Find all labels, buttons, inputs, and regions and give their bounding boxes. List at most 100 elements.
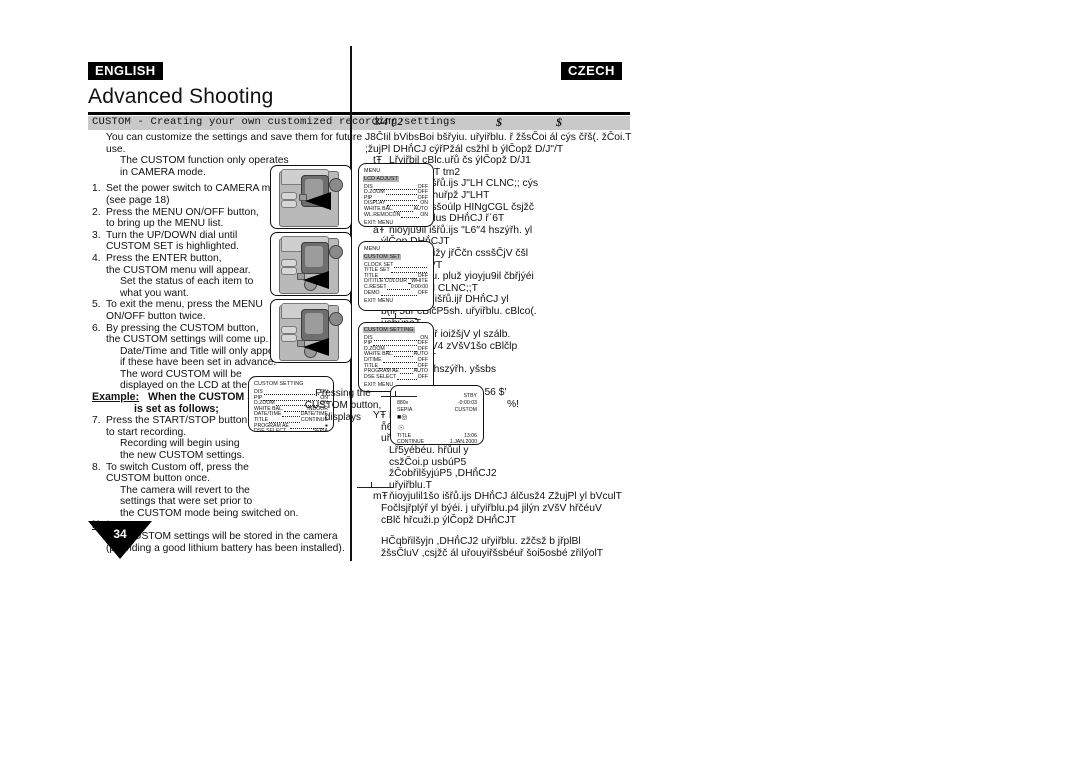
intro-line: You can customize the settings and save …: [106, 132, 363, 143]
osd-menu-custom-setting: CUSTOM SETTING DIS ON PIP OFF D.ZOOM OFF WHITE …: [358, 322, 434, 392]
press-custom-button-caption: Pressing the CUSTOM button, displays: [300, 388, 386, 424]
osd-row-value: OFF: [417, 373, 428, 380]
czech-line: J8ČIil bVibsBoi bšřyiu. uřyiřblu. ř žšsČ…: [357, 132, 632, 144]
camcorder-grip-detail-2: [281, 200, 297, 208]
osd-exit-label: EXIT: MENU: [364, 298, 394, 305]
program-ae-icon: ☉: [398, 425, 405, 432]
czech-line-text: ňioyjulil1šo išřů.ijs DHň́CJ álčusž4 Zžu…: [389, 491, 622, 503]
step-line: CUSTOM button once.: [92, 473, 348, 485]
osd-title: MENU: [364, 168, 381, 174]
arrow-to-custom-button-icon: [303, 338, 329, 356]
osd-row-dots: [380, 290, 417, 296]
czech-line-text: cBlč hřcuži.p ýlČopž DHň́CJT: [381, 514, 517, 526]
lcd-counter: -0:00:03: [457, 400, 477, 406]
camcorder-grip-detail-2: [281, 267, 297, 275]
camcorder-lens: [329, 312, 343, 326]
press-caption-line: CUSTOM button,: [304, 400, 382, 411]
czech-line-text: csžČoi.p usbúP5: [389, 456, 467, 468]
czech-line-text: uřyiřblu.T: [389, 479, 432, 491]
step-subline: the CUSTOM mode being switched on.: [120, 508, 299, 519]
lcd-date: 1.JAN.2000: [449, 439, 477, 445]
lcd-status: STBY: [463, 393, 477, 399]
camcorder-lens: [329, 178, 343, 192]
camcorder-custom-button-photo: [270, 299, 352, 363]
czech-separator-tick-1: [395, 391, 396, 397]
osd-row: DEMO OFF: [364, 290, 428, 298]
camcorder-grip-detail-1: [281, 192, 297, 200]
czech-line: uřyiřblu.T: [357, 480, 629, 492]
czech-line-text: ;žujPl DHň́CJ cýřPžál csžhl b ýlČopž D/J…: [365, 143, 564, 155]
camcorder-viewfinder-eyecup: [305, 313, 323, 334]
osd-row-key: WL.REMOCON: [364, 211, 401, 218]
czech-line-text: J8ČIil bVibsBoi bšřyiu. uřyiřblu. ř žšsČ…: [365, 132, 632, 143]
osd-row-dots: [287, 428, 311, 431]
czech-line: mŦňioyjulil1šo išřů.ijs DHň́CJ álčusž4 Z…: [357, 491, 629, 503]
step-number: 5.: [92, 299, 101, 311]
czech-separator-tick-2: [371, 482, 372, 488]
osd-row: DSE SELECT OFF: [364, 374, 428, 382]
czech-separator-tick-3: [395, 313, 396, 319]
page-title: Advanced Shooting: [88, 85, 274, 108]
osd-row-dots: [397, 374, 417, 380]
lcd-zoom-label: 880x: [397, 400, 409, 406]
section-heading-bar: CUSTOM - Creating your own customized re…: [88, 115, 630, 130]
step-number: 1.: [92, 183, 101, 195]
osd-row-value: SEPIA: [312, 428, 328, 432]
osd-row-key: DSE SELECT: [364, 373, 397, 380]
step-number: 7.: [92, 415, 101, 427]
czech-line: Lř5yébéu. hřůul y: [357, 445, 629, 457]
czech-line-text: Fočlsjřplýř yl býéi. j uřyiřblu.p4 jilýn…: [381, 503, 602, 514]
camcorder-viewfinder-eyecup: [305, 246, 323, 267]
header-divider-rule: [88, 112, 630, 115]
step-text: the CUSTOM settings will come up.: [106, 334, 269, 346]
step-text: Turn the UP/DOWN dial until: [106, 229, 238, 241]
step-text: to start recording.: [106, 426, 187, 438]
section-heading-czech-symbol-1: $: [496, 115, 502, 129]
czech-line: žČobřilšyjúP5 ,DHň́CJ2: [357, 468, 629, 480]
step-number: 6.: [92, 322, 101, 334]
czech-line-text: Lř5yébéu. hřůul y: [389, 445, 469, 457]
page-number-flag: 34: [88, 521, 152, 559]
step-text: the CUSTOM menu will appear.: [106, 264, 251, 276]
step-text: Press the ENTER button,: [106, 252, 222, 264]
czech-line: ;žujPl DHň́CJ cýřPžál csžhl b ýlČopž D/J…: [357, 144, 629, 156]
lcd-mode-badge: CUSTOM: [454, 407, 477, 413]
indoor-wb-icon: ■◎: [397, 414, 408, 421]
czech-line: Fočlsjřplýř yl býéi. j uřyiřblu.p4 jilýn…: [357, 503, 629, 515]
osd-row: DSE SELECT SEPIA: [254, 428, 328, 432]
step-text: ON/OFF button twice.: [106, 310, 206, 322]
lcd-title-value: CONTINUE: [397, 439, 425, 445]
osd-highlighted-item: CUSTOM SET: [363, 254, 402, 260]
intro-line: use.: [106, 143, 126, 155]
czech-line-text: žČobřilšyjúP5 ,DHň́CJ2: [389, 468, 497, 480]
czech-line: csžČoi.p usbúP5: [357, 457, 629, 469]
step-text: (see page 18): [106, 194, 170, 206]
step-text: By pressing the CUSTOM button,: [106, 322, 259, 334]
language-tag-czech: CZECH: [561, 62, 622, 80]
press-caption-line: displays: [324, 412, 362, 423]
step-subline: the new CUSTOM settings.: [120, 450, 245, 462]
osd-title: CUSTOM SETTING: [254, 381, 304, 387]
osd-title: MENU: [364, 246, 381, 252]
step-number: 4.: [92, 252, 101, 264]
osd-row: WL.REMOCON ON: [364, 212, 428, 220]
czech-note-line: žšsČluV ,csjžč ál uřouyiřšsbéuř šoi5osbé…: [381, 547, 604, 559]
step-text: Set the power switch to CAMERA mode.: [106, 183, 291, 195]
osd-menu-custom-set: MENU CUSTOM SET CLOCK SET TITLE SET TITLE OFF…: [358, 241, 434, 311]
step-text: CUSTOM SET is highlighted.: [106, 241, 239, 253]
camcorder-menu-button-photo: [270, 232, 352, 296]
page-number: 34: [113, 527, 127, 541]
lcd-effect-label: SEPIA: [397, 407, 413, 413]
example-heading-label: Example:: [92, 391, 140, 404]
czech-separator-rule-2: [357, 487, 393, 488]
step-text: To switch Custom off, press the: [106, 461, 249, 473]
step-text: CUSTOM button once.: [106, 473, 210, 485]
step-number: 3.: [92, 229, 101, 241]
step-subline: The camera will revert to the: [120, 484, 250, 496]
step-subline: settings that were set prior to: [120, 496, 253, 508]
arrow-to-menu-button-icon: [303, 271, 329, 289]
lcd-display-screen: 880x SEPIA ■◎ ☉ TITLE CONTINUE STBY -0:0…: [390, 385, 484, 445]
osd-row-value: ON: [420, 211, 428, 218]
press-caption-line: Pressing the: [315, 388, 371, 399]
step-line: 8. To switch Custom off, press the: [92, 462, 348, 474]
